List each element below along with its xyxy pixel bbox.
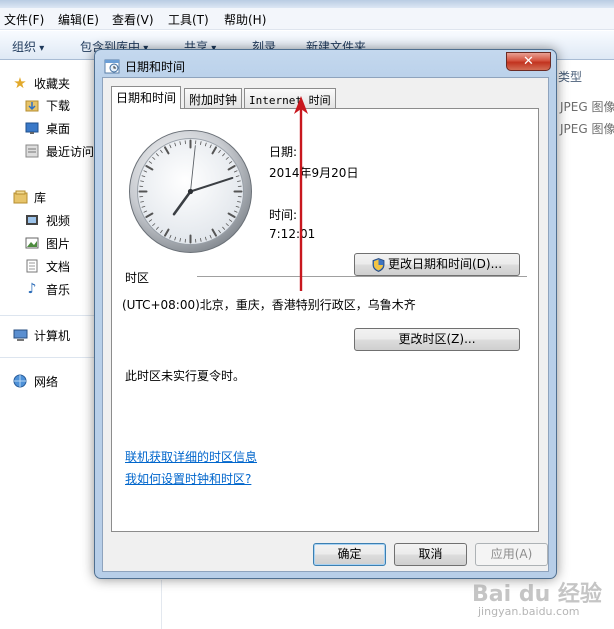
nav-video-label: 视频	[46, 213, 71, 228]
nav-recent[interactable]: 最近访问	[24, 141, 94, 161]
change-date-time-label: 更改日期和时间(D)...	[387, 257, 503, 271]
datetime-dialog: 日期和时间 ✕ 日期和时间 附加时钟 Internet 时间 日期: 2014年…	[94, 49, 557, 579]
organize-button[interactable]: 组织	[12, 38, 44, 55]
network-icon	[12, 373, 28, 389]
timezone-section-label: 时区	[125, 271, 150, 285]
tab-date-time[interactable]: 日期和时间	[111, 86, 182, 109]
window-top-strip	[0, 0, 614, 8]
nav-music[interactable]: ♪ 音乐	[24, 279, 70, 299]
documents-icon	[24, 258, 40, 274]
file-type-row-1[interactable]: JPEG 图像	[560, 98, 614, 115]
close-icon: ✕	[523, 54, 534, 69]
ok-button[interactable]: 确定	[313, 543, 386, 566]
menu-bar: 文件(F) 编辑(E) 查看(V) 工具(T) 帮助(H)	[0, 8, 614, 30]
nav-pictures-label: 图片	[46, 236, 71, 251]
pane-divider	[161, 580, 162, 629]
video-icon	[24, 212, 40, 228]
nav-library-label: 库	[34, 190, 47, 205]
menu-tools[interactable]: 工具(T)	[168, 11, 209, 28]
nav-computer[interactable]: 计算机	[12, 325, 70, 345]
uac-shield-icon	[372, 257, 385, 272]
menu-file[interactable]: 文件(F)	[4, 11, 44, 28]
nav-library[interactable]: 库	[12, 187, 46, 207]
menu-edit[interactable]: 编辑(E)	[58, 11, 99, 28]
watermark-brand: Bai du 经验	[472, 582, 602, 607]
nav-desktop-label: 桌面	[46, 121, 71, 136]
nav-video[interactable]: 视频	[24, 210, 70, 230]
nav-network[interactable]: 网络	[12, 371, 58, 391]
nav-music-label: 音乐	[46, 282, 71, 297]
file-type-row-2[interactable]: JPEG 图像	[560, 120, 614, 137]
watermark-url: jingyan.baidu.com	[478, 605, 580, 618]
nav-recent-label: 最近访问	[46, 144, 95, 159]
howto-set-clock-link[interactable]: 我如何设置时钟和时区?	[125, 470, 251, 487]
cancel-button[interactable]: 取消	[394, 543, 467, 566]
dialog-client-area: 日期和时间 附加时钟 Internet 时间 日期: 2014年9月20日 时间…	[102, 77, 549, 572]
date-value: 2014年9月20日	[269, 166, 359, 180]
nav-favorites-label: 收藏夹	[34, 76, 71, 91]
menu-view[interactable]: 查看(V)	[112, 11, 154, 28]
library-icon	[12, 189, 28, 205]
dialog-title: 日期和时间	[125, 60, 186, 74]
datetime-app-icon	[104, 59, 120, 74]
change-date-time-button[interactable]: 更改日期和时间(D)...	[354, 253, 520, 276]
nav-documents-label: 文档	[46, 259, 71, 274]
timezone-divider	[197, 276, 527, 277]
change-timezone-button[interactable]: 更改时区(Z)...	[354, 328, 520, 351]
nav-desktop[interactable]: 桌面	[24, 118, 70, 138]
nav-favorites[interactable]: ★ 收藏夹	[12, 73, 70, 93]
pictures-icon	[24, 235, 40, 251]
nav-documents[interactable]: 文档	[24, 256, 70, 276]
dst-note: 此时区未实行夏令时。	[125, 369, 246, 383]
apply-button[interactable]: 应用(A)	[475, 543, 548, 566]
music-note-icon: ♪	[27, 281, 37, 297]
nav-computer-label: 计算机	[34, 328, 71, 343]
nav-downloads[interactable]: 下载	[24, 95, 70, 115]
navigation-pane: ★ 收藏夹 下载 桌面 最近访问 库 视频 图片 文档 ♪ 音乐 计算机 网络	[0, 61, 96, 629]
annotation-arrow-icon	[294, 96, 308, 291]
nav-network-label: 网络	[34, 374, 59, 389]
nav-separator-2	[0, 357, 96, 358]
column-header-type[interactable]: 类型	[558, 68, 582, 85]
nav-pictures[interactable]: 图片	[24, 233, 70, 253]
menu-help[interactable]: 帮助(H)	[224, 11, 266, 28]
downloads-folder-icon	[24, 97, 40, 113]
computer-icon	[12, 327, 28, 343]
recent-places-icon	[24, 143, 40, 159]
nav-downloads-label: 下载	[46, 98, 71, 113]
baidu-watermark: Bai du 经验 jingyan.baidu.com	[472, 572, 612, 627]
tab-additional-clocks[interactable]: 附加时钟	[184, 88, 243, 108]
online-timezone-info-link[interactable]: 联机获取详细的时区信息	[125, 448, 257, 465]
close-button[interactable]: ✕	[506, 52, 551, 71]
timezone-value: (UTC+08:00)北京，重庆，香港特别行政区，乌鲁木齐	[122, 298, 416, 312]
star-icon: ★	[13, 74, 27, 92]
nav-separator	[0, 315, 96, 316]
analog-clock	[129, 130, 252, 253]
desktop-icon	[24, 120, 40, 136]
date-time-tab-panel: 日期: 2014年9月20日 时间: 7:12:01 更改日期和时间(D)...…	[111, 108, 539, 532]
